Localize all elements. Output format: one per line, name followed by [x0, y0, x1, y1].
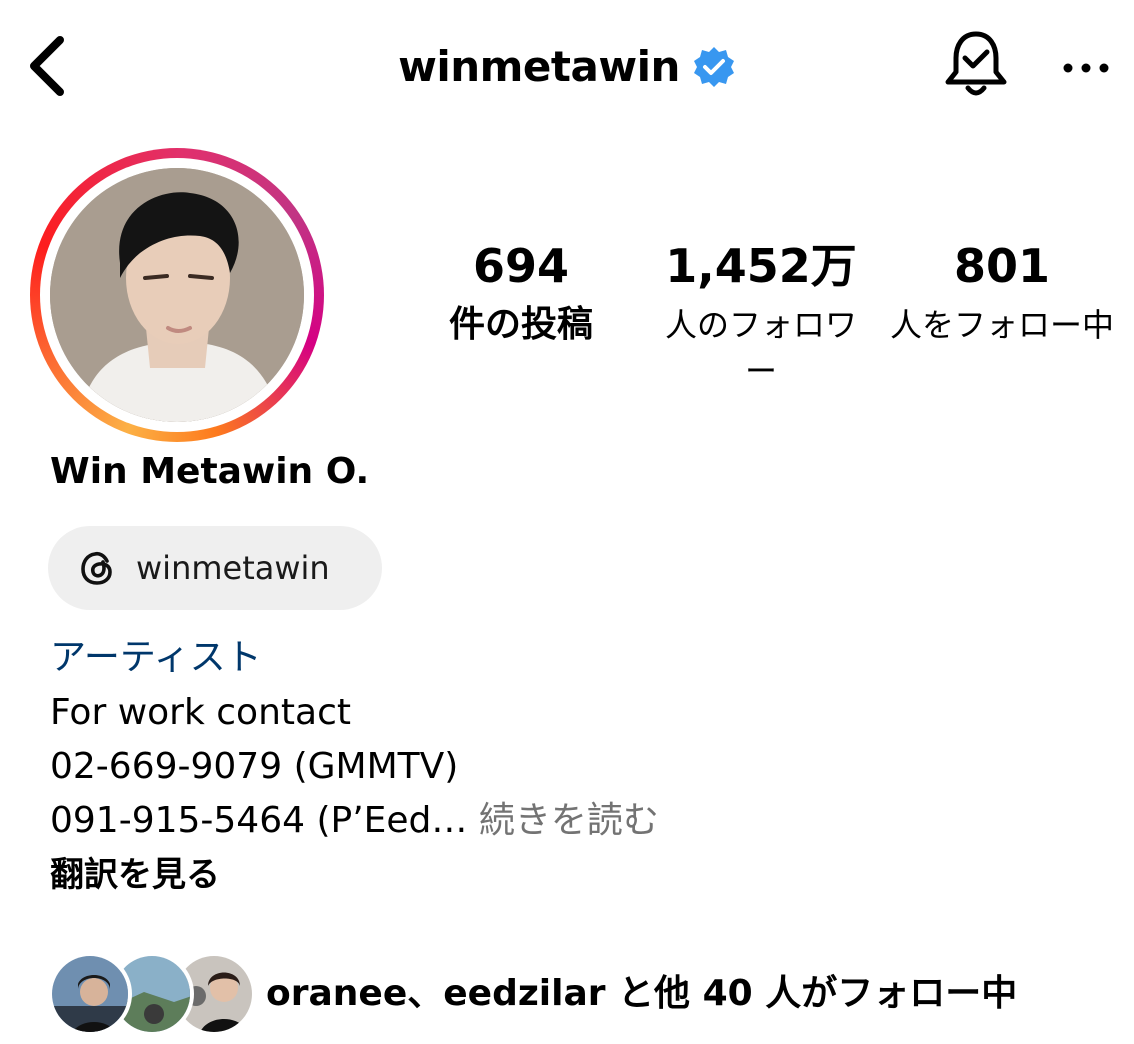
threads-badge-button[interactable]: winmetawin — [48, 526, 382, 610]
more-options-button[interactable] — [1060, 54, 1112, 82]
mutual-followers[interactable]: oranee、eedzilar と他 40 人がフォロー中 — [48, 952, 1108, 1036]
verified-badge-icon — [693, 47, 734, 87]
followers-stat[interactable]: 1,452万 人のフォロワー — [650, 236, 872, 394]
category-label[interactable]: アーティスト — [50, 634, 262, 682]
bell-check-icon — [945, 31, 1007, 96]
see-translation-link[interactable]: 翻訳を見る — [50, 850, 220, 900]
display-name: Win Metawin O. — [50, 451, 370, 492]
portrait-image — [50, 168, 304, 422]
read-more-link[interactable]: 続きを読む — [479, 800, 659, 841]
bio-line-text: 091-915-5464 (P’Eed… — [50, 800, 468, 841]
following-stat[interactable]: 801 人をフォロー中 — [890, 236, 1114, 348]
posts-count: 694 — [472, 239, 570, 293]
username-title: winmetawin — [398, 42, 680, 91]
following-label: 人をフォロー中 — [890, 306, 1115, 344]
mutual-followers-text: oranee、eedzilar と他 40 人がフォロー中 — [266, 973, 1018, 1014]
posts-label: 件の投稿 — [448, 304, 593, 345]
threads-handle: winmetawin — [136, 549, 330, 587]
more-dots-icon — [1063, 63, 1109, 73]
followers-label: 人のフォロワー — [664, 306, 857, 390]
profile-avatar[interactable] — [30, 148, 324, 442]
notification-bell-button[interactable] — [942, 28, 1010, 102]
bio-line-last: 091-915-5464 (P’Eed… 続きを読む — [50, 794, 659, 848]
bio-line: For work contact — [50, 692, 351, 733]
bio-line: 02-669-9079 (GMMTV) — [50, 746, 459, 787]
posts-stat[interactable]: 694 件の投稿 — [434, 236, 608, 348]
avatar-photo — [50, 168, 304, 422]
mutual-follower-avatar — [48, 952, 132, 1036]
following-count: 801 — [953, 239, 1051, 293]
threads-icon — [81, 551, 112, 585]
followers-count: 1,452万 — [665, 239, 857, 293]
